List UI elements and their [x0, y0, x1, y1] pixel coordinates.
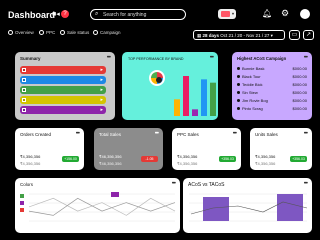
colors-line-chart: [20, 192, 176, 222]
kpi-badge: +156.00: [62, 156, 79, 162]
chevron-right-icon: ▸: [100, 87, 103, 93]
date-range-picker[interactable]: ▦ 28 days Oct 21 / 20 - Nov 21 / 27 ▾: [193, 30, 285, 40]
chevron-right-icon: ▸: [100, 107, 103, 113]
radio-icon: [8, 30, 13, 36]
kpi-value-secondary: ₹4,356,356: [177, 161, 198, 166]
kpi-card-units-sales: Units Sales ••• ₹4,356,356 ₹4,356,356 +3…: [250, 128, 312, 170]
chevron-down-icon: ▾: [231, 11, 234, 16]
colors-card: Colors •••: [15, 178, 180, 233]
card-title: PPC Sales: [177, 132, 199, 137]
kpi-value: ₹4,356,356: [177, 154, 198, 159]
card-title: Total Sales: [99, 132, 122, 137]
kpi-badge: +356.03: [290, 156, 307, 162]
flag-icon: [221, 11, 230, 17]
card-title: Summary: [20, 56, 41, 61]
bar-B: [277, 194, 303, 221]
series-line-0: [28, 197, 176, 216]
bar-2: [183, 76, 189, 116]
acos-tacos-card: ACoS vs TACoS •••: [183, 178, 312, 233]
more-icon[interactable]: •••: [76, 131, 80, 137]
series-line-1: [28, 197, 176, 216]
bell-icon[interactable]: 🔔︎: [262, 9, 272, 18]
kpi-card-total-sales: Total Sales ••• ₹46,356,356 ₹46,356,356 …: [94, 128, 163, 170]
more-icon[interactable]: •••: [155, 131, 159, 137]
kpi-value-secondary: ₹46,356,356: [99, 161, 122, 166]
highlight-marker: [111, 192, 119, 197]
bar-5: [210, 82, 216, 116]
tab-ppc[interactable]: PPC: [39, 30, 55, 36]
kpi-value: ₹46,356,356: [99, 154, 122, 159]
performance-bar-chart: [174, 76, 216, 116]
more-icon[interactable]: •••: [107, 55, 111, 61]
list-item[interactable]: Sin Stew $000.00: [237, 90, 307, 95]
summary-card: Summary ••• ▸ ▸ ▸ ▸ ▸: [15, 52, 115, 120]
kpi-value: ₹4,356,356: [255, 154, 276, 159]
acos-bar-chart: [189, 193, 308, 222]
more-icon[interactable]: •••: [210, 55, 214, 61]
help-icon[interactable]: ?: [61, 10, 69, 18]
list-item[interactable]: Teddie Bick $000.00: [237, 82, 307, 87]
radio-icon: [60, 30, 65, 36]
highest-acos-card: Highest ACoS Campaign ••• Bunnie Bask $00…: [232, 52, 312, 120]
language-selector[interactable]: ▾: [218, 9, 236, 19]
card-title: Units Sales: [255, 132, 278, 137]
share-icon[interactable]: ↗: [303, 30, 314, 40]
performance-card: TOP PERFORMANCE BY BRAND •••: [122, 52, 218, 120]
camera-icon[interactable]: ■◂: [52, 10, 60, 18]
tab-overview[interactable]: Overview: [8, 30, 34, 36]
card-title: Orders Created: [20, 132, 52, 137]
checkbox-icon: [22, 68, 26, 72]
tab-campaign[interactable]: Campaign: [93, 30, 121, 36]
search-placeholder: Search for anything: [103, 12, 147, 18]
checkbox-icon: [22, 98, 26, 102]
radio-icon: [39, 30, 44, 36]
chevron-right-icon: ▸: [100, 97, 103, 103]
checkbox-icon: [22, 78, 26, 82]
bar-4: [201, 79, 207, 116]
checkbox-icon: [22, 108, 26, 112]
folder-icon[interactable]: ▭: [289, 30, 300, 40]
radio-icon: [93, 30, 98, 36]
kpi-badge: +356.03: [219, 156, 236, 162]
bar-A: [203, 197, 229, 221]
dashboard-title: Dashboard: [8, 10, 56, 20]
checkbox-icon: [22, 88, 26, 92]
list-item[interactable]: Black Tour $000.00: [237, 74, 307, 79]
summary-bar[interactable]: ▸: [20, 76, 106, 84]
card-title: Highest ACoS Campaign: [237, 56, 287, 61]
kpi-value-secondary: ₹4,356,356: [20, 161, 41, 166]
legend-swatch: [20, 208, 24, 212]
list-item[interactable]: Bunnie Bask $000.00: [237, 66, 307, 71]
donut-chart: [149, 70, 165, 86]
more-icon[interactable]: •••: [304, 55, 308, 61]
kpi-value-secondary: ₹4,356,356: [255, 161, 276, 166]
summary-bar[interactable]: ▸: [20, 86, 106, 94]
legend-swatch: [20, 194, 24, 198]
card-title: TOP PERFORMANCE BY BRAND: [128, 57, 184, 61]
list-item[interactable]: Pinto Scrag $000.00: [237, 106, 307, 111]
chevron-right-icon: ▸: [100, 67, 103, 73]
kpi-badge: -1.05: [141, 156, 158, 162]
avatar[interactable]: [300, 9, 310, 19]
summary-bar[interactable]: ▸: [20, 96, 106, 104]
more-icon[interactable]: •••: [233, 131, 237, 137]
more-icon[interactable]: •••: [304, 131, 308, 137]
kpi-card-ppc-sales: PPC Sales ••• ₹4,356,356 ₹4,356,356 +356…: [172, 128, 241, 170]
summary-bar[interactable]: ▸: [20, 106, 106, 114]
list-item[interactable]: Jim Rovie Bog $000.00: [237, 98, 307, 103]
donut-hole: [156, 77, 162, 83]
legend-swatch: [20, 201, 24, 205]
tab-sale-status[interactable]: Sale status: [60, 30, 89, 36]
gear-icon[interactable]: ⚙: [281, 8, 289, 19]
bar-3: [192, 109, 198, 116]
kpi-value: ₹4,356,356: [20, 154, 41, 159]
tab-bar: Overview PPC Sale status Campaign: [8, 30, 128, 38]
summary-bar[interactable]: ▸: [20, 66, 106, 74]
search-icon: ⌕: [95, 11, 99, 17]
kpi-card-orders: Orders Created ••• ₹4,356,356 ₹4,356,356…: [15, 128, 84, 170]
search-input[interactable]: ⌕ Search for anything: [90, 9, 186, 20]
bar-1: [174, 99, 180, 116]
chevron-right-icon: ▸: [100, 77, 103, 83]
